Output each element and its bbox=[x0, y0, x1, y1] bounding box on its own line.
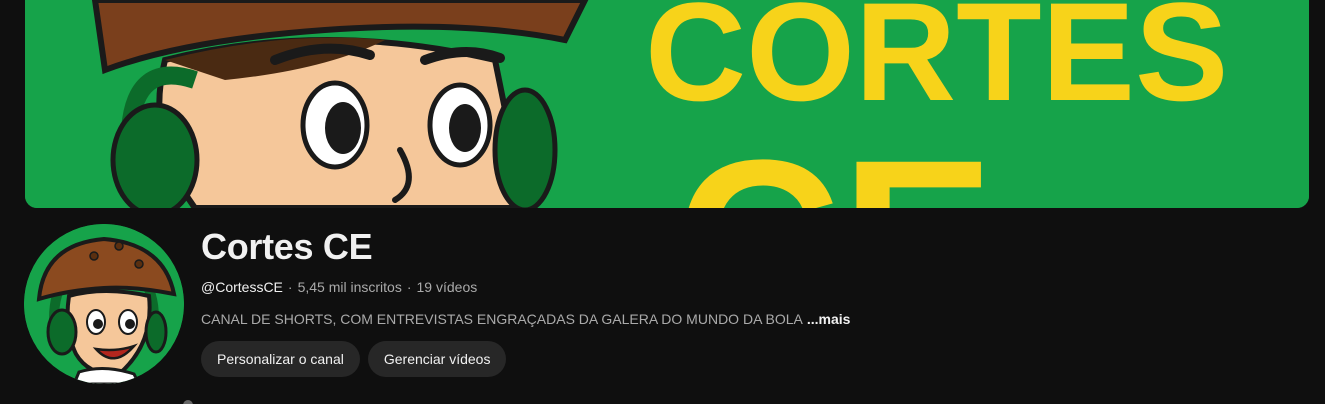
channel-description-text: CANAL DE SHORTS, COM ENTREVISTAS ENGRAÇA… bbox=[201, 311, 803, 327]
channel-banner: CORTES CE bbox=[25, 0, 1309, 208]
manage-videos-button[interactable]: Gerenciar vídeos bbox=[367, 341, 507, 377]
customize-channel-button[interactable]: Personalizar o canal bbox=[201, 341, 360, 377]
channel-avatar[interactable] bbox=[24, 224, 184, 384]
meta-separator: · bbox=[287, 279, 293, 295]
scroll-indicator bbox=[183, 400, 193, 404]
banner-artwork: CORTES CE bbox=[25, 0, 1309, 208]
banner-text-top: CORTES bbox=[645, 0, 1228, 130]
video-count: 19 vídeos bbox=[416, 279, 478, 295]
channel-meta: @CortessCE · 5,45 mil inscritos · 19 víd… bbox=[201, 277, 1305, 297]
meta-separator: · bbox=[406, 279, 412, 295]
avatar-artwork bbox=[24, 224, 184, 384]
banner-text-bottom: CE bbox=[675, 112, 995, 208]
channel-description[interactable]: CANAL DE SHORTS, COM ENTREVISTAS ENGRAÇA… bbox=[201, 309, 1305, 329]
subscriber-count: 5,45 mil inscritos bbox=[297, 279, 402, 295]
channel-page: CORTES CE bbox=[0, 0, 1325, 404]
channel-actions: Personalizar o canal Gerenciar vídeos bbox=[201, 341, 1305, 377]
channel-info: Cortes CE @CortessCE · 5,45 mil inscrito… bbox=[201, 225, 1305, 377]
channel-handle: @CortessCE bbox=[201, 279, 283, 295]
more-link[interactable]: ...mais bbox=[807, 311, 851, 327]
channel-name: Cortes CE bbox=[201, 226, 373, 267]
